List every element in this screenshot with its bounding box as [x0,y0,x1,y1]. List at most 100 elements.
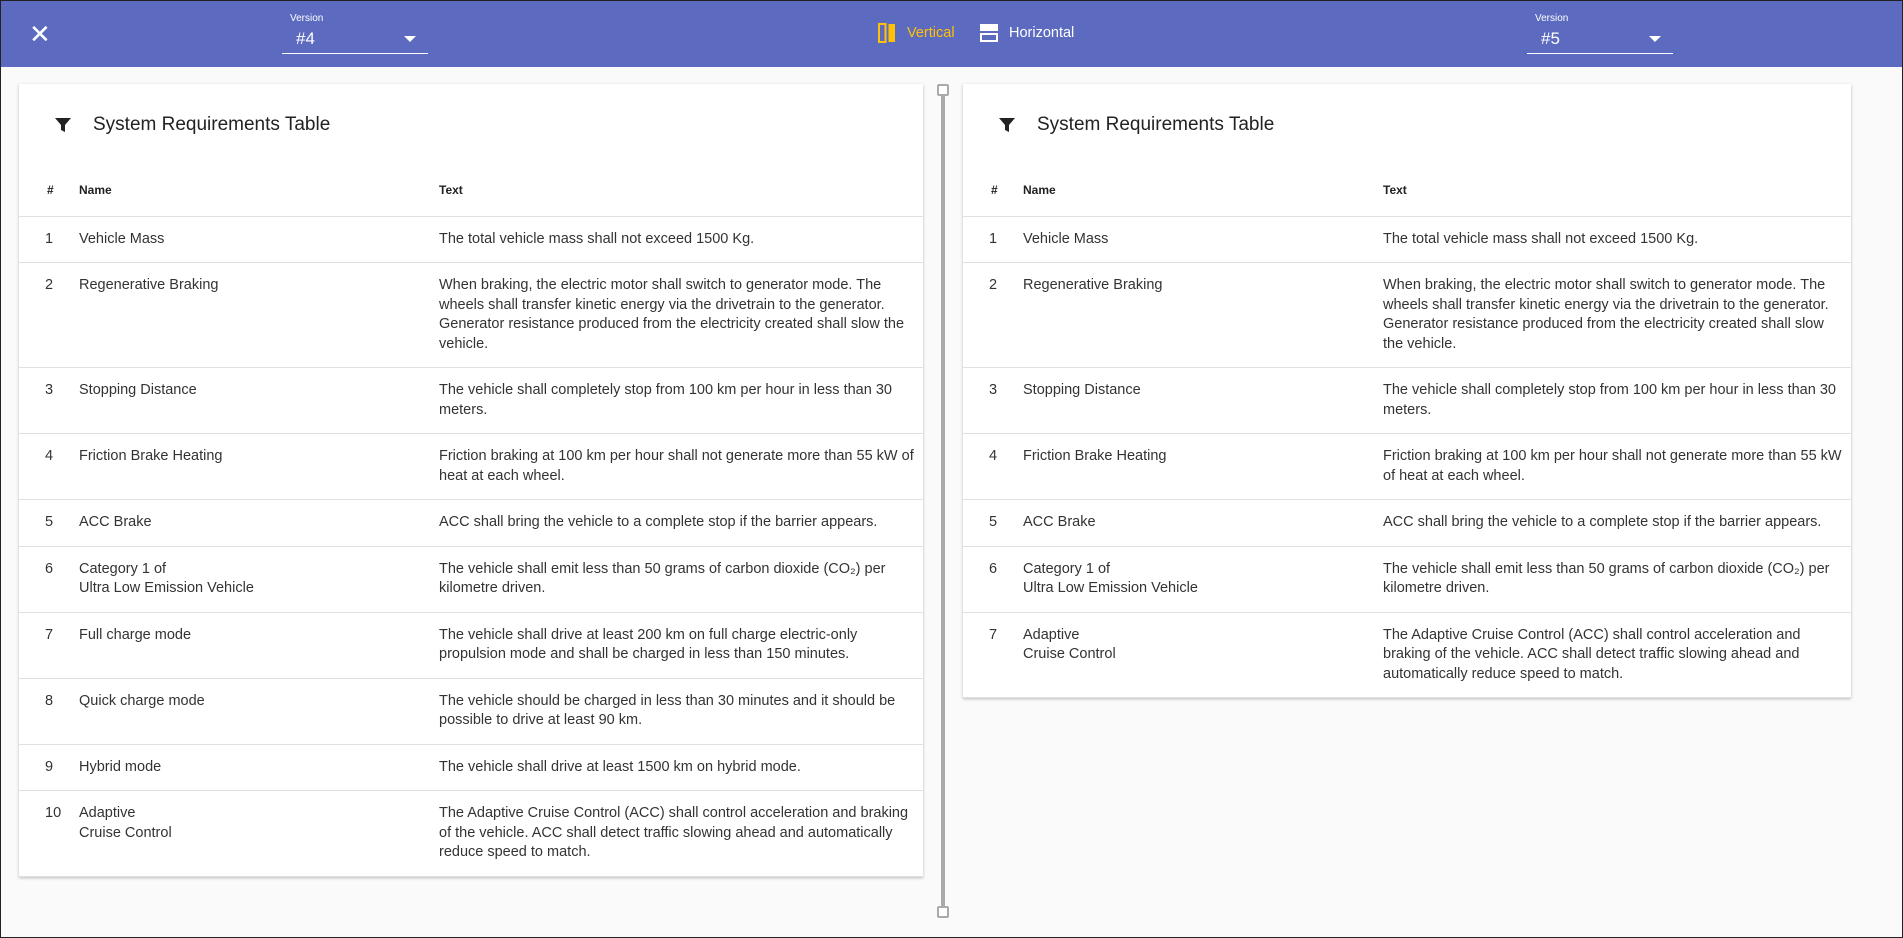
cell-name: Friction Brake Heating [1023,433,1383,500]
table-row[interactable]: 5 ACC Brake ACC shall bring the vehicle to… [963,499,1851,547]
cell-num: 2 [19,262,79,368]
right-requirements-panel: System Requirements Table # Name Text 1 Vehi… [963,84,1851,698]
version-value: #5 [1541,28,1560,48]
version-label: Version [290,13,324,24]
divider-handle-bottom[interactable] [937,906,949,918]
column-header-text[interactable]: Text [439,166,923,217]
requirements-table: # Name Text 1 Vehicle Mass The total vehicle … [963,166,1851,698]
requirements-table: # Name Text 1 Vehicle Mass The total vehicle … [19,166,923,877]
table-row[interactable]: 6 Category 1 of Ultra Low Emission Vehicl… [963,546,1851,613]
cell-num: 10 [19,790,79,877]
horizontal-layout-button[interactable]: Horizontal [979,23,1074,43]
version-value: #4 [296,28,315,48]
close-icon[interactable]: ✕ [29,21,51,47]
cell-num: 7 [19,612,79,679]
table-row[interactable]: 4 Friction Brake Heating Friction braking … [963,433,1851,500]
table-row[interactable]: 10 Adaptive Cruise Control The Adaptive Cr… [19,790,923,877]
divider-handle-top[interactable] [937,84,949,96]
cell-text: ACC shall bring the vehicle to a complet… [439,499,923,547]
cell-name: Stopping Distance [79,367,439,434]
cell-name: Vehicle Mass [1023,216,1383,263]
cell-name: ACC Brake [1023,499,1383,547]
cell-num: 6 [963,546,1023,613]
table-row[interactable]: 5 ACC Brake ACC shall bring the vehicle to… [19,499,923,547]
version-label: Version [1535,13,1569,24]
table-row[interactable]: 2 Regenerative Braking When braking, the e… [963,262,1851,368]
cell-num: 2 [963,262,1023,368]
cell-name: Category 1 of Ultra Low Emission Vehicle [1023,546,1383,613]
cell-text: ACC shall bring the vehicle to a complet… [1383,499,1851,547]
cell-name: Hybrid mode [79,744,439,791]
cell-num: 5 [19,499,79,547]
cell-name: Adaptive Cruise Control [79,790,439,877]
table-row[interactable]: 1 Vehicle Mass The total vehicle mass shal… [963,216,1851,263]
cell-name: Vehicle Mass [79,216,439,263]
cell-text: The vehicle shall emit less than 50 gram… [439,546,923,613]
cell-text: The vehicle shall drive at least 200 km … [439,612,923,679]
table-header: # Name Text [19,166,923,217]
table-header: # Name Text [963,166,1851,217]
cell-num: 3 [963,367,1023,434]
cell-name: Stopping Distance [1023,367,1383,434]
filter-icon[interactable] [55,117,71,133]
table-row[interactable]: 4 Friction Brake Heating Friction braking … [19,433,923,500]
chevron-down-icon [1649,35,1661,42]
cell-num: 8 [19,678,79,745]
panel-title: System Requirements Table [93,114,331,135]
cell-name: Quick charge mode [79,678,439,745]
cell-num: 1 [963,216,1023,263]
split-divider[interactable] [937,84,949,918]
vertical-label: Vertical [907,25,955,41]
vertical-split-icon [878,23,895,43]
chevron-down-icon [404,35,416,42]
left-requirements-panel: System Requirements Table # Name Text 1 Vehi… [19,84,923,877]
panel-title: System Requirements Table [1037,114,1275,135]
top-bar: ✕ Version #4 Vertical Horizontal Version… [1,1,1902,67]
filter-icon[interactable] [999,117,1015,133]
cell-text: When braking, the electric motor shall s… [439,262,923,368]
cell-text: The vehicle shall drive at least 1500 km… [439,744,923,791]
table-row[interactable]: 2 Regenerative Braking When braking, the e… [19,262,923,368]
cell-name: Adaptive Cruise Control [1023,612,1383,698]
horizontal-split-icon [980,24,998,42]
cell-text: Friction braking at 100 km per hour shal… [439,433,923,500]
column-header-num[interactable]: # [963,166,1023,217]
table-row[interactable]: 8 Quick charge mode The vehicle should be … [19,678,923,745]
cell-text: The vehicle shall emit less than 50 gram… [1383,546,1851,613]
cell-num: 7 [963,612,1023,698]
table-row[interactable]: 1 Vehicle Mass The total vehicle mass shal… [19,216,923,263]
cell-num: 3 [19,367,79,434]
table-row[interactable]: 3 Stopping Distance The vehicle shall comp… [963,367,1851,434]
cell-text: When braking, the electric motor shall s… [1383,262,1851,368]
cell-num: 1 [19,216,79,263]
column-header-text[interactable]: Text [1383,166,1851,217]
cell-num: 9 [19,744,79,791]
cell-name: ACC Brake [79,499,439,547]
cell-text: The Adaptive Cruise Control (ACC) shall … [439,790,923,877]
cell-text: The vehicle shall completely stop from 1… [1383,367,1851,434]
cell-text: The total vehicle mass shall not exceed … [439,216,923,263]
table-row[interactable]: 7 Full charge mode The vehicle shall drive… [19,612,923,679]
cell-name: Category 1 of Ultra Low Emission Vehicle [79,546,439,613]
column-header-name[interactable]: Name [1023,166,1383,217]
right-version-select[interactable]: Version #5 [1527,13,1673,54]
vertical-layout-button[interactable]: Vertical [877,23,955,43]
table-row[interactable]: 3 Stopping Distance The vehicle shall comp… [19,367,923,434]
column-header-name[interactable]: Name [79,166,439,217]
table-row[interactable]: 9 Hybrid mode The vehicle shall drive at l… [19,744,923,791]
cell-text: The total vehicle mass shall not exceed … [1383,216,1851,263]
cell-num: 5 [963,499,1023,547]
divider-bar[interactable] [941,94,945,908]
column-header-num[interactable]: # [19,166,79,217]
table-row[interactable]: 7 Adaptive Cruise Control The Adaptive Cru… [963,612,1851,698]
cell-text: The vehicle should be charged in less th… [439,678,923,745]
cell-num: 4 [963,433,1023,500]
cell-name: Friction Brake Heating [79,433,439,500]
cell-text: Friction braking at 100 km per hour shal… [1383,433,1851,500]
left-version-select[interactable]: Version #4 [282,13,428,54]
cell-name: Regenerative Braking [79,262,439,368]
cell-name: Full charge mode [79,612,439,679]
cell-num: 6 [19,546,79,613]
table-row[interactable]: 6 Category 1 of Ultra Low Emission Vehicl… [19,546,923,613]
cell-text: The Adaptive Cruise Control (ACC) shall … [1383,612,1851,698]
